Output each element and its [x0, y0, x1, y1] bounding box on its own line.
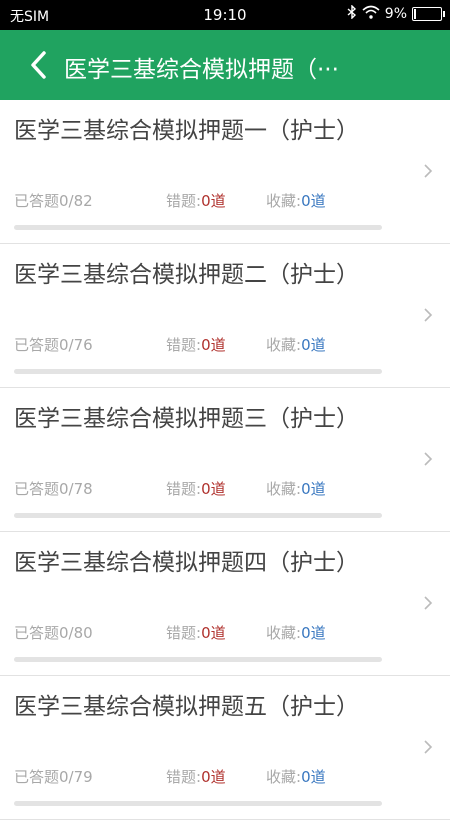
wrong-count: 错题:0道	[166, 192, 226, 210]
progress-bar	[14, 801, 382, 806]
exam-list-item[interactable]: 医学三基综合模拟押题五（护士） 已答题0/79 错题:0道 收藏:0道	[0, 676, 450, 820]
back-button[interactable]	[20, 47, 56, 83]
chevron-right-icon	[424, 596, 433, 610]
exam-title: 医学三基综合模拟押题二（护士）	[14, 262, 359, 288]
progress-bar	[14, 369, 382, 374]
exam-list-item[interactable]: 医学三基综合模拟押题二（护士） 已答题0/76 错题:0道 收藏:0道	[0, 244, 450, 388]
exam-list-item[interactable]: 医学三基综合模拟押题四（护士） 已答题0/80 错题:0道 收藏:0道	[0, 532, 450, 676]
wrong-count: 错题:0道	[166, 624, 226, 642]
chevron-left-icon	[31, 51, 46, 79]
exam-list-item[interactable]: 医学三基综合模拟押题三（护士） 已答题0/78 错题:0道 收藏:0道	[0, 388, 450, 532]
favorite-count: 收藏:0道	[266, 624, 326, 642]
answered-count: 已答题0/76	[14, 336, 93, 354]
favorite-count: 收藏:0道	[266, 480, 326, 498]
wrong-count: 错题:0道	[166, 336, 226, 354]
wrong-count: 错题:0道	[166, 768, 226, 786]
chevron-right-icon	[424, 308, 433, 322]
status-icons: 9%	[347, 4, 445, 23]
exam-title: 医学三基综合模拟押题三（护士）	[14, 406, 359, 432]
bluetooth-icon	[347, 4, 357, 23]
progress-bar	[14, 513, 382, 518]
exam-list: 医学三基综合模拟押题一（护士） 已答题0/82 错题:0道 收藏:0道 医学三基…	[0, 100, 450, 820]
chevron-right-icon	[424, 452, 433, 466]
exam-title: 医学三基综合模拟押题五（护士）	[14, 694, 359, 720]
status-bar: 无SIM 19:10 9%	[0, 0, 450, 30]
answered-count: 已答题0/82	[14, 192, 93, 210]
exam-list-item[interactable]: 医学三基综合模拟押题一（护士） 已答题0/82 错题:0道 收藏:0道	[0, 100, 450, 244]
app-header: 医学三基综合模拟押题（···	[0, 30, 450, 100]
wrong-count: 错题:0道	[166, 480, 226, 498]
battery-percent: 9%	[384, 6, 407, 22]
favorite-count: 收藏:0道	[266, 192, 326, 210]
page-title: 医学三基综合模拟押题（···	[64, 57, 339, 83]
exam-title: 医学三基综合模拟押题四（护士）	[14, 550, 359, 576]
favorite-count: 收藏:0道	[266, 768, 326, 786]
progress-bar	[14, 225, 382, 230]
answered-count: 已答题0/79	[14, 768, 93, 786]
progress-bar	[14, 657, 382, 662]
chevron-right-icon	[424, 740, 433, 754]
favorite-count: 收藏:0道	[266, 336, 326, 354]
chevron-right-icon	[424, 164, 433, 178]
battery-icon	[412, 7, 445, 21]
wifi-icon	[362, 5, 380, 23]
answered-count: 已答题0/80	[14, 624, 93, 642]
exam-title: 医学三基综合模拟押题一（护士）	[14, 118, 359, 144]
answered-count: 已答题0/78	[14, 480, 93, 498]
